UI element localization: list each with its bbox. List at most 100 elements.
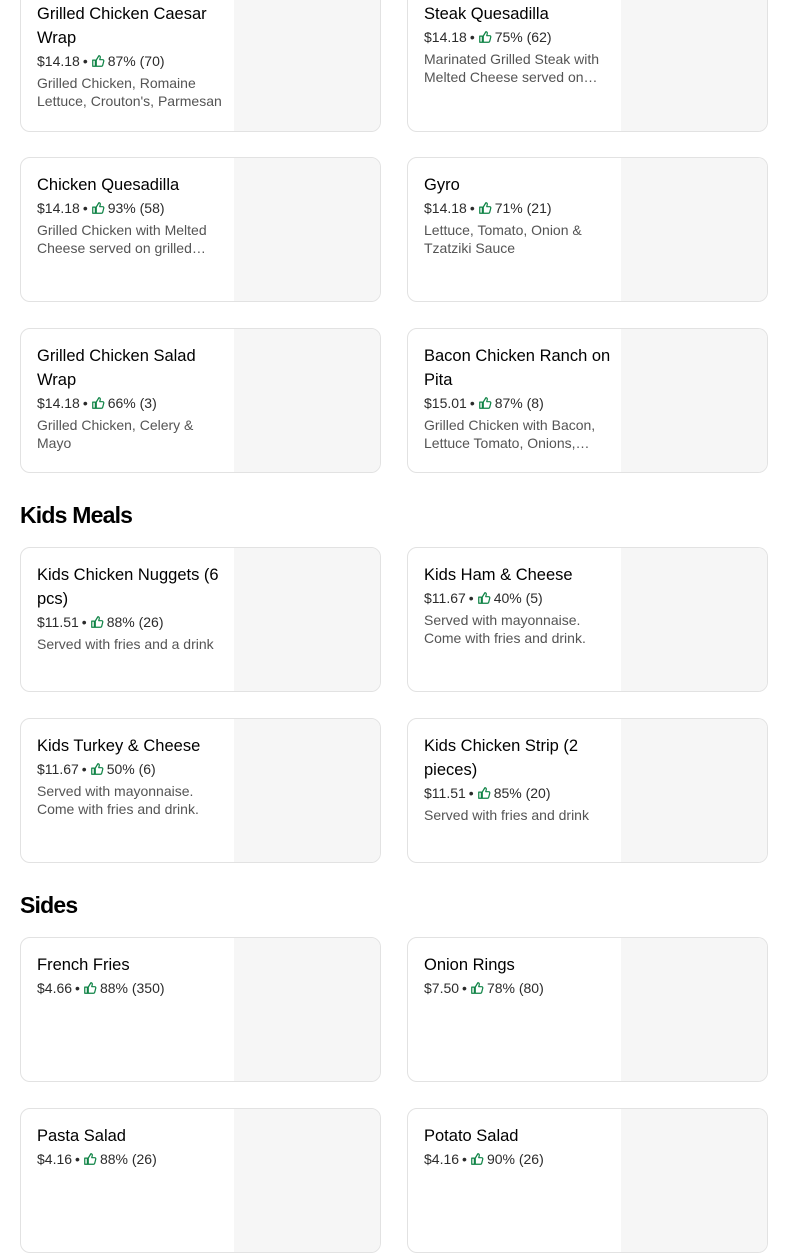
item-image	[234, 329, 380, 472]
item-description: Grilled Chicken, Celery & Mayo	[37, 417, 194, 451]
item-meta: $14.18 • 66% (3)	[37, 394, 227, 412]
item-image	[234, 719, 380, 862]
menu-item-card[interactable]: Grilled Chicken Salad Wrap $14.18 • 66% …	[20, 328, 381, 473]
separator: •	[469, 200, 475, 216]
item-image	[621, 158, 767, 301]
item-name: Chicken Quesadilla	[37, 176, 180, 194]
item-price: $11.67	[37, 761, 79, 777]
item-price: $4.16	[424, 1151, 460, 1167]
thumbs-up-icon	[91, 55, 105, 67]
item-price: $11.51	[424, 785, 466, 801]
thumbs-up-icon	[477, 592, 491, 604]
item-description: Grilled Chicken with Melted Cheese serve…	[37, 222, 207, 256]
section-title-sides: Sides	[20, 892, 78, 918]
menu-item-card[interactable]: French Fries $4.66 • 88% (350)	[20, 937, 381, 1082]
item-rating: 71% (21)	[494, 200, 552, 216]
item-rating: 87% (70)	[107, 53, 165, 69]
thumbs-up-icon	[471, 1153, 484, 1165]
menu-item-card[interactable]: Gyro $14.18 • 71% (21) Lettuce, Tomato, …	[407, 157, 768, 302]
menu-item-card[interactable]: Bacon Chicken Ranch on Pita $15.01 • 87%…	[407, 328, 768, 473]
menu-item-card[interactable]: Kids Chicken Nuggets (6 pcs) $11.51 • 88…	[20, 547, 381, 692]
thumbs-up-icon	[84, 982, 97, 994]
item-name: Grilled Chicken Salad Wrap	[37, 347, 196, 389]
thumbs-up-icon	[477, 787, 491, 799]
item-description: Served with fries and drink	[424, 807, 589, 823]
item-description: Served with mayonnaise. Come with fries …	[424, 612, 586, 646]
separator: •	[82, 200, 88, 216]
menu-item-card[interactable]: Kids Ham & Cheese $11.67 • 40% (5) Serve…	[407, 547, 768, 692]
thumbs-up-icon	[478, 397, 492, 409]
item-rating: 75% (62)	[494, 29, 552, 45]
item-meta: $14.18 • 93% (58)	[37, 199, 227, 217]
item-image	[234, 938, 380, 1081]
menu-item-card[interactable]: Pasta Salad $4.16 • 88% (26)	[20, 1108, 381, 1253]
item-meta: $14.18 • 75% (62)	[424, 28, 614, 46]
menu-item-card[interactable]: Kids Turkey & Cheese $11.67 • 50% (6) Se…	[20, 718, 381, 863]
item-image	[234, 0, 380, 131]
item-price: $11.51	[37, 614, 79, 630]
item-meta: $15.01 • 87% (8)	[424, 394, 614, 412]
item-meta: $4.16 • 90% (26)	[424, 1150, 614, 1168]
menu-item-card[interactable]: Potato Salad $4.16 • 90% (26)	[407, 1108, 768, 1253]
separator: •	[75, 980, 80, 996]
section-title-kids-meals: Kids Meals	[20, 502, 133, 528]
separator: •	[75, 1151, 80, 1167]
separator: •	[469, 395, 475, 411]
item-image	[621, 0, 767, 131]
item-description: Served with fries and a drink	[37, 636, 214, 652]
menu-item-card[interactable]: Onion Rings $7.50 • 78% (80)	[407, 937, 768, 1082]
item-price: $14.18	[424, 29, 467, 45]
item-name: Kids Chicken Nuggets (6 pcs)	[37, 566, 219, 608]
thumbs-up-icon	[91, 397, 105, 409]
item-meta: $4.66 • 88% (350)	[37, 979, 227, 997]
item-image	[621, 719, 767, 862]
item-name: Gyro	[424, 176, 460, 194]
item-image	[621, 938, 767, 1081]
thumbs-up-icon	[90, 616, 104, 628]
item-rating: 50% (6)	[106, 761, 156, 777]
separator: •	[81, 761, 87, 777]
item-meta: $14.18 • 71% (21)	[424, 199, 614, 217]
item-description: Marinated Grilled Steak with Melted Chee…	[424, 51, 600, 85]
item-description: Served with mayonnaise. Come with fries …	[37, 783, 199, 817]
item-rating: 93% (58)	[107, 200, 165, 216]
item-price: $14.18	[37, 200, 80, 216]
item-meta: $4.16 • 88% (26)	[37, 1150, 227, 1168]
item-name: Onion Rings	[424, 956, 515, 974]
item-image	[621, 1109, 767, 1252]
item-name: Kids Ham & Cheese	[424, 566, 573, 584]
item-rating: 90% (26)	[486, 1151, 544, 1167]
menu-item-card[interactable]: Steak Quesadilla $14.18 • 75% (62) Marin…	[407, 0, 768, 132]
thumbs-up-icon	[84, 1153, 97, 1165]
item-image	[621, 329, 767, 472]
item-rating: 40% (5)	[493, 590, 543, 606]
item-meta: $14.18 • 87% (70)	[37, 52, 227, 70]
item-price: $14.18	[37, 395, 80, 411]
item-image	[234, 548, 380, 691]
item-image	[234, 1109, 380, 1252]
item-meta: $7.50 • 78% (80)	[424, 979, 614, 997]
menu-item-card[interactable]: Chicken Quesadilla $14.18 • 93% (58) Gri…	[20, 157, 381, 302]
item-rating: 66% (3)	[107, 395, 157, 411]
thumbs-up-icon	[478, 202, 492, 214]
thumbs-up-icon	[471, 982, 484, 994]
item-price: $15.01	[424, 395, 467, 411]
item-price: $14.18	[37, 53, 80, 69]
menu-item-card[interactable]: Grilled Chicken Caesar Wrap $14.18 • 87%…	[20, 0, 381, 132]
thumbs-up-icon	[478, 31, 492, 43]
menu-item-card[interactable]: Kids Chicken Strip (2 pieces) $11.51 • 8…	[407, 718, 768, 863]
item-rating: 88% (350)	[99, 980, 165, 996]
thumbs-up-icon	[90, 763, 104, 775]
separator: •	[82, 53, 88, 69]
separator: •	[462, 1151, 467, 1167]
item-price: $4.16	[37, 1151, 73, 1167]
item-name: Kids Turkey & Cheese	[37, 737, 201, 755]
item-image	[234, 158, 380, 301]
item-price: $14.18	[424, 200, 467, 216]
item-meta: $11.67 • 40% (5)	[424, 589, 614, 607]
item-name: Potato Salad	[424, 1127, 519, 1145]
thumbs-up-icon	[91, 202, 105, 214]
item-description: Grilled Chicken, Romaine Lettuce, Crouto…	[37, 75, 222, 109]
item-meta: $11.51 • 88% (26)	[37, 613, 227, 631]
item-image	[621, 548, 767, 691]
